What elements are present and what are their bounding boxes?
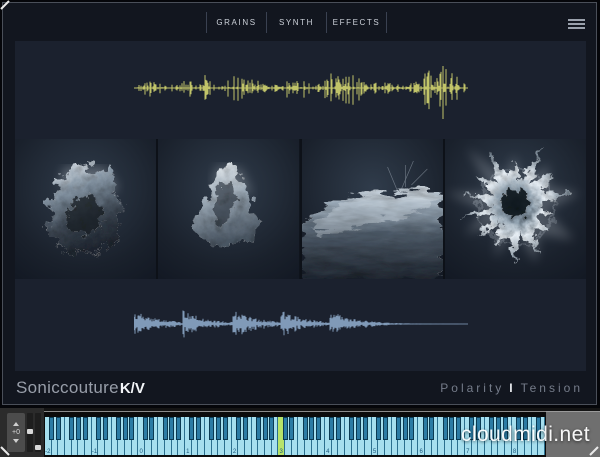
kontakt-keyboard-strip: +0 -2-1012345678 (0, 408, 600, 457)
piano-keyboard: -2-1012345678 (44, 411, 546, 457)
piano-key-black[interactable] (489, 417, 494, 440)
piano-key-black[interactable] (83, 417, 88, 440)
tab-effects[interactable]: EFFECTS (327, 12, 387, 33)
piano-key-black[interactable] (223, 417, 228, 440)
piano-key-black[interactable] (309, 417, 314, 440)
asteroid-rock-image[interactable] (158, 139, 299, 279)
tab-synth[interactable]: SYNTH (267, 12, 327, 33)
piano-key-black[interactable] (396, 417, 401, 440)
piano-key-black[interactable] (176, 417, 181, 440)
piano-key-black[interactable] (56, 417, 61, 440)
piano-key-black[interactable] (143, 417, 148, 440)
piano-key-black[interactable] (289, 417, 294, 440)
piano-key-black[interactable] (443, 417, 448, 440)
piano-key-black[interactable] (456, 417, 461, 440)
library-separator: I (509, 381, 515, 395)
particle-burst-image[interactable] (445, 139, 586, 279)
transpose-down-icon[interactable] (13, 439, 19, 443)
piano-key-black[interactable] (163, 417, 168, 440)
keyboard-scrollbar[interactable] (27, 413, 33, 452)
plugin-panel: GRAINS SYNTH EFFECTS (2, 2, 597, 405)
piano-key-black[interactable] (96, 417, 101, 440)
kv-instrument-window: GRAINS SYNTH EFFECTS (0, 0, 600, 457)
grain-waveform-display (134, 57, 468, 119)
library-title: PolarityITension (440, 381, 583, 395)
zoom-handle[interactable] (35, 445, 41, 450)
piano-key-black[interactable] (269, 417, 274, 440)
piano-key-black[interactable] (129, 417, 134, 440)
piano-key-black[interactable] (243, 417, 248, 440)
sample-waveform-display (134, 303, 468, 345)
piano-key-black[interactable] (356, 417, 361, 440)
company-name: Soniccouture (16, 378, 119, 397)
keyboard-controls: +0 (0, 408, 44, 457)
product-name: K/V (120, 380, 145, 397)
piano-key-black[interactable] (503, 417, 508, 440)
piano-key-black[interactable] (523, 417, 528, 440)
piano-key-black[interactable] (476, 417, 481, 440)
piano-key-black[interactable] (236, 417, 241, 440)
piano-key-black[interactable] (216, 417, 221, 440)
piano-key-black[interactable] (363, 417, 368, 440)
piano-key-black[interactable] (316, 417, 321, 440)
keyboard-right-panel (546, 411, 600, 457)
piano-key-black[interactable] (196, 417, 201, 440)
piano-key-black[interactable] (383, 417, 388, 440)
source-image-row (15, 139, 586, 279)
hamburger-menu-icon[interactable] (568, 19, 585, 29)
piano-key-black[interactable] (169, 417, 174, 440)
piano-key-black[interactable] (283, 417, 288, 440)
piano-key-black[interactable] (49, 417, 54, 440)
piano-key-black[interactable] (516, 417, 521, 440)
transpose-up-icon[interactable] (13, 422, 19, 426)
piano-key-black[interactable] (376, 417, 381, 440)
asteroid-fragment-image[interactable] (15, 139, 156, 279)
comet-surface-image[interactable] (302, 139, 443, 279)
piano-key-black[interactable] (149, 417, 154, 440)
tab-grains[interactable]: GRAINS (207, 12, 267, 33)
piano-key-black[interactable] (123, 417, 128, 440)
top-bar: GRAINS SYNTH EFFECTS (3, 3, 596, 41)
piano-key-black[interactable] (256, 417, 261, 440)
piano-key-black[interactable] (403, 417, 408, 440)
piano-key-black[interactable] (76, 417, 81, 440)
piano-key-black[interactable] (103, 417, 108, 440)
piano-key-black[interactable] (69, 417, 74, 440)
main-display-panel (15, 41, 586, 373)
piano-key-black[interactable] (349, 417, 354, 440)
scrollbar-handle[interactable] (27, 429, 33, 434)
piano-key-black[interactable] (469, 417, 474, 440)
piano-key-black[interactable] (496, 417, 501, 440)
tab-bar: GRAINS SYNTH EFFECTS (206, 12, 387, 33)
piano-key-black[interactable] (423, 417, 428, 440)
piano-key-black[interactable] (449, 417, 454, 440)
piano-key-black[interactable] (303, 417, 308, 440)
piano-key-black[interactable] (329, 417, 334, 440)
piano-key-black[interactable] (209, 417, 214, 440)
transpose-value: +0 (12, 429, 20, 436)
piano-key-black[interactable] (409, 417, 414, 440)
piano-key-black[interactable] (263, 417, 268, 440)
piano-key-black[interactable] (116, 417, 121, 440)
piano-key-black[interactable] (336, 417, 341, 440)
piano-key-black[interactable] (536, 417, 541, 440)
keyboard-zoom-slider[interactable] (35, 413, 41, 452)
transpose-control: +0 (7, 413, 25, 452)
brand-text: SoniccoutureK/V (16, 378, 145, 398)
footer-bar: SoniccoutureK/V PolarityITension (3, 371, 596, 404)
piano-key-black[interactable] (189, 417, 194, 440)
piano-key-black[interactable] (429, 417, 434, 440)
